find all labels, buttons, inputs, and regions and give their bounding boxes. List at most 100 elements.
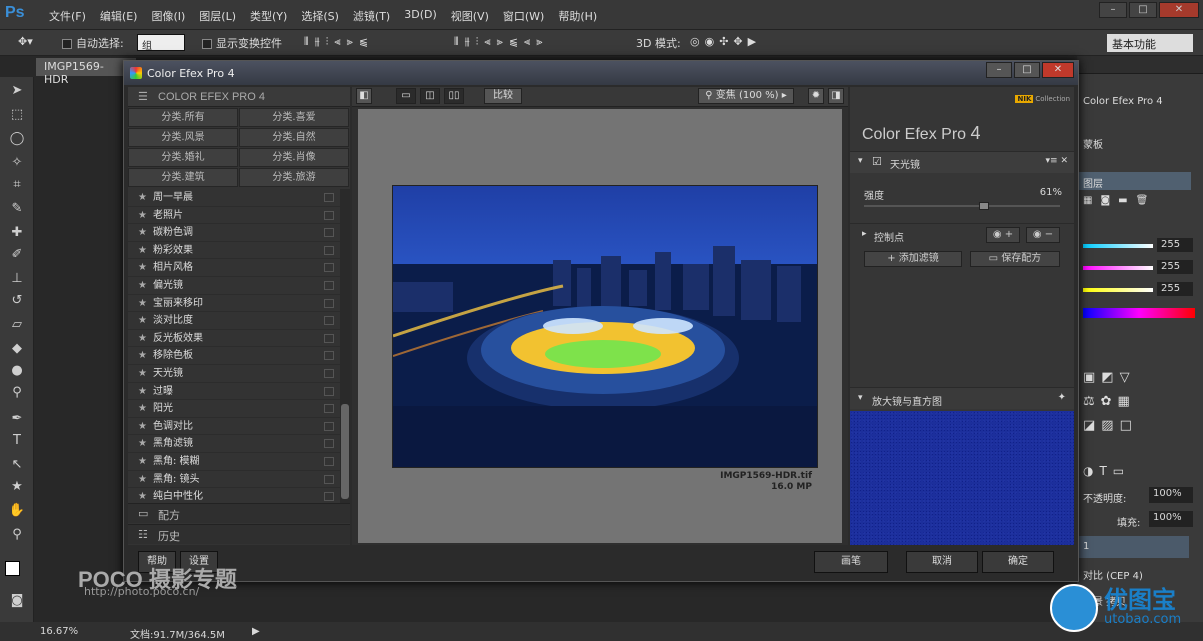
3d-tool-icons[interactable]: ◎◉✣✥▶ — [690, 35, 761, 48]
favorite-star-icon[interactable]: ★ — [138, 315, 147, 326]
category-button[interactable]: 分类.建筑 — [128, 168, 238, 187]
shape-tool-icon[interactable]: ★ — [8, 479, 26, 495]
favorite-star-icon[interactable]: ★ — [138, 474, 147, 485]
favorite-star-icon[interactable]: ★ — [138, 491, 147, 502]
value-field-1[interactable]: 255 — [1157, 238, 1193, 252]
category-button[interactable]: 分类.肖像 — [239, 148, 349, 167]
paint-bucket-icon[interactable]: ◆ — [8, 341, 26, 357]
eraser-tool-icon[interactable]: ▱ — [8, 317, 26, 333]
move-tool-icon[interactable]: ➤ — [8, 83, 26, 99]
maximize-button[interactable]: □ — [1129, 2, 1157, 18]
copy-icon[interactable] — [324, 404, 334, 414]
magic-wand-icon[interactable]: ✧ — [8, 155, 26, 171]
favorite-star-icon[interactable]: ★ — [138, 403, 147, 414]
filter-list-item[interactable]: ★ 淡对比度 — [128, 312, 340, 330]
favorite-star-icon[interactable]: ★ — [138, 350, 147, 361]
filter-list-item[interactable]: ★ 粉彩效果 — [128, 242, 340, 260]
filter-list-item[interactable]: ★ 相片风格 — [128, 259, 340, 277]
category-button[interactable]: 分类.风景 — [128, 128, 238, 147]
expand-icon[interactable]: ▸ — [862, 229, 867, 239]
add-control-point-button[interactable]: ◉ + — [986, 227, 1020, 243]
loupe-header[interactable]: ▾ 放大镜与直方图 ✦ — [850, 387, 1074, 409]
menu-item[interactable]: 窗口(W) — [496, 8, 551, 24]
layer-filter-icons[interactable]: ◑T▭ — [1083, 464, 1130, 478]
adjustment-icons[interactable]: ▣◩▽ — [1083, 370, 1136, 385]
healing-brush-icon[interactable]: ✚ — [8, 225, 26, 241]
fill-field[interactable]: 100% — [1149, 511, 1193, 527]
layer-row-1[interactable]: 1 — [1083, 541, 1089, 552]
copy-icon[interactable] — [324, 333, 334, 343]
dialog-close-button[interactable]: ✕ — [1042, 62, 1074, 78]
save-recipe-button[interactable]: ▭ 保存配方 — [970, 251, 1060, 267]
filter-list-item[interactable]: ★ 周一早晨 — [128, 189, 340, 207]
filter-list-item[interactable]: ★ 黑角滤镜 — [128, 435, 340, 453]
preview-canvas[interactable]: IMGP1569-HDR.tif 16.0 MP — [358, 109, 842, 543]
pin-icon[interactable]: ✦ — [1058, 392, 1066, 403]
favorite-star-icon[interactable]: ★ — [138, 262, 147, 273]
filter-list-item[interactable]: ★ 碳粉色调 — [128, 224, 340, 242]
favorite-star-icon[interactable]: ★ — [138, 456, 147, 467]
menu-item[interactable]: 帮助(H) — [551, 8, 604, 24]
menu-item[interactable]: 类型(Y) — [243, 8, 294, 24]
control-points-row[interactable]: ▸ 控制点 ◉ + ◉ − — [850, 223, 1074, 245]
filter-list-item[interactable]: ★ 阳光 — [128, 400, 340, 418]
masks-tab[interactable]: 蒙板 — [1083, 136, 1103, 151]
opacity-field[interactable]: 100% — [1149, 487, 1193, 503]
filter-list-item[interactable]: ★ 黑角: 模糊 — [128, 453, 340, 471]
copy-icon[interactable] — [324, 245, 334, 255]
adjustment-icons-3[interactable]: ◪▨□ — [1083, 418, 1138, 433]
filter-scrollbar[interactable] — [340, 189, 350, 509]
toggle-panel-icon[interactable]: ◧ — [356, 88, 372, 104]
copy-icon[interactable] — [324, 281, 334, 290]
copy-icon[interactable] — [324, 439, 334, 449]
menu-item[interactable]: 3D(D) — [397, 8, 444, 24]
layers-tab[interactable]: 图层 — [1083, 175, 1103, 190]
side-by-side-icon[interactable]: ▯▯ — [444, 88, 464, 104]
copy-icon[interactable] — [324, 421, 334, 431]
workspace-select[interactable]: 基本功能 — [1107, 34, 1193, 52]
filter-list-item[interactable]: ★ 过曝 — [128, 383, 340, 401]
brush-tool-icon[interactable]: ✐ — [8, 247, 26, 263]
dialog-minimize-button[interactable]: – — [986, 62, 1012, 78]
menu-item[interactable]: 视图(V) — [444, 8, 496, 24]
adjustment-icons-2[interactable]: ⚖✿▦ — [1083, 394, 1136, 409]
color-ramp[interactable] — [1083, 308, 1195, 318]
menu-item[interactable]: 图层(L) — [192, 8, 243, 24]
favorite-star-icon[interactable]: ★ — [138, 227, 147, 238]
copy-icon[interactable] — [324, 369, 334, 378]
filter-list-item[interactable]: ★ 宝丽来移印 — [128, 295, 340, 313]
dialog-maximize-button[interactable]: □ — [1014, 62, 1040, 78]
strength-slider-handle[interactable] — [978, 202, 989, 210]
ok-button[interactable]: 确定 — [982, 551, 1054, 573]
menu-icon[interactable]: ☰ — [138, 90, 148, 103]
collapse-icon[interactable]: ▾ — [858, 156, 863, 166]
history-section[interactable]: ☷ 历史 — [128, 524, 350, 544]
add-filter-button[interactable]: + 添加滤镜 — [864, 251, 962, 267]
category-button[interactable]: 分类.自然 — [239, 128, 349, 147]
favorite-star-icon[interactable]: ★ — [138, 298, 147, 309]
collapse-icon[interactable]: ▾ — [858, 393, 863, 403]
favorite-star-icon[interactable]: ★ — [138, 245, 147, 256]
cep-panel-tab[interactable]: Color Efex Pro 4 — [1083, 96, 1163, 107]
path-select-icon[interactable]: ↖ — [8, 457, 26, 473]
filter-list-item[interactable]: ★ 老照片 — [128, 207, 340, 225]
split-view-icon[interactable]: ◫ — [420, 88, 440, 104]
favorite-star-icon[interactable]: ★ — [138, 280, 147, 291]
copy-icon[interactable] — [324, 386, 334, 396]
hand-tool-icon[interactable]: ✋ — [8, 503, 26, 519]
copy-icon[interactable] — [324, 492, 334, 502]
history-brush-icon[interactable]: ↺ — [8, 293, 26, 309]
brightness-icon[interactable]: ✹ — [808, 88, 824, 104]
menu-item[interactable]: 滤镜(T) — [346, 8, 397, 24]
filter-enable-checkbox[interactable]: ☑ — [872, 155, 882, 168]
auto-select-checkbox[interactable]: 自动选择: — [62, 35, 124, 51]
copy-icon[interactable] — [324, 263, 334, 273]
brush-button[interactable]: 画笔 — [814, 551, 888, 573]
status-arrow-icon[interactable]: ▶ — [252, 626, 260, 637]
eyedropper-icon[interactable]: ✎ — [8, 201, 26, 217]
recipes-section[interactable]: ▭ 配方 — [128, 503, 350, 523]
crop-tool-icon[interactable]: ⌗ — [8, 177, 26, 193]
stamp-tool-icon[interactable]: ⊥ — [8, 271, 26, 287]
copy-icon[interactable] — [324, 474, 334, 484]
remove-control-point-button[interactable]: ◉ − — [1026, 227, 1060, 243]
